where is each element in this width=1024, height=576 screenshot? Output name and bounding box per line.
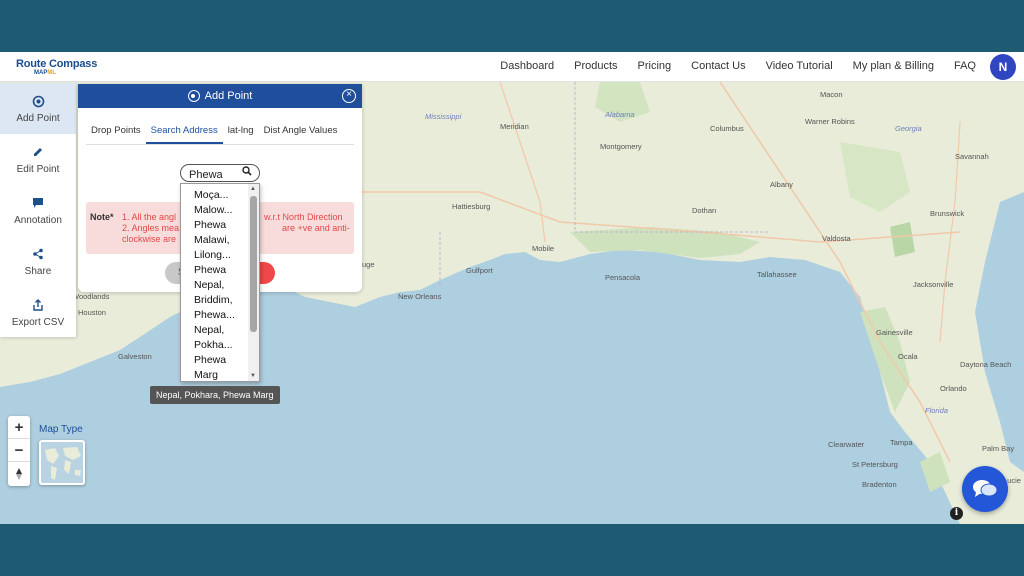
map-label: Brunswick xyxy=(930,209,965,218)
panel-tabs: Drop Points Search Address lat-lng Dist … xyxy=(86,118,354,145)
map-label: Macon xyxy=(820,90,843,99)
top-navigation-bar: Route Compass MAPML Dashboard Products P… xyxy=(0,52,1024,82)
sidebar-item-annotation[interactable]: Annotation xyxy=(0,185,76,236)
map-label: Woodlands xyxy=(72,292,110,301)
logo-title: Route Compass xyxy=(16,58,98,70)
note-line-2b: are +ve and anti- xyxy=(282,223,350,233)
map-label: Galveston xyxy=(118,352,152,361)
map-label: Clearwater xyxy=(828,440,865,449)
map-label: uge xyxy=(362,260,375,269)
map-label: Warner Robins xyxy=(805,117,855,126)
sidebar-item-label: Share xyxy=(24,266,52,277)
map-label: Pensacola xyxy=(605,273,641,282)
map-type-toggle[interactable] xyxy=(39,440,85,485)
scrollbar-thumb[interactable] xyxy=(250,196,257,332)
app-frame: Mississippi Alabama Georgia Macon Warner… xyxy=(0,52,1024,524)
map-label: Tallahassee xyxy=(757,270,797,279)
map-label: Orlando xyxy=(940,384,967,393)
map-label: Hattiesburg xyxy=(452,202,491,211)
map-label: Ocala xyxy=(898,352,918,361)
map-label: Meridian xyxy=(500,122,529,131)
map-label: St Petersburg xyxy=(852,460,898,469)
map-label: Jacksonville xyxy=(913,280,954,289)
chat-bubble-icon xyxy=(973,480,998,497)
note-label: Note* xyxy=(90,212,114,222)
pencil-icon xyxy=(32,144,44,160)
map-label: Valdosta xyxy=(822,234,851,243)
zoom-controls: + − xyxy=(8,416,30,486)
nav-products[interactable]: Products xyxy=(574,60,617,72)
address-search-input[interactable] xyxy=(189,169,245,181)
tool-sidebar: Add Point Edit Point Annotation Share Ex… xyxy=(0,83,76,337)
comment-icon xyxy=(32,195,44,211)
map-label: Tampa xyxy=(890,438,913,447)
sidebar-item-export-csv[interactable]: Export CSV xyxy=(0,287,76,338)
target-icon xyxy=(187,90,200,102)
scroll-up-arrow-icon[interactable]: ▲ xyxy=(250,186,256,192)
logo-subtitle: MAPML xyxy=(34,70,57,76)
nav-contact-us[interactable]: Contact Us xyxy=(691,60,745,72)
compass-icon xyxy=(16,467,22,480)
dropdown-scrollbar[interactable]: ▲ ▼ xyxy=(248,184,259,381)
address-search-box xyxy=(180,164,260,182)
sidebar-item-share[interactable]: Share xyxy=(0,236,76,287)
nav-dashboard[interactable]: Dashboard xyxy=(500,60,554,72)
main-nav: Dashboard Products Pricing Contact Us Vi… xyxy=(480,60,976,72)
zoom-out-button[interactable]: − xyxy=(8,439,30,462)
zoom-in-button[interactable]: + xyxy=(8,416,30,439)
map-label: Houston xyxy=(78,308,106,317)
sidebar-item-label: Annotation xyxy=(14,215,62,226)
tab-drop-points[interactable]: Drop Points xyxy=(86,118,146,144)
map-type-label: Map Type xyxy=(39,424,83,435)
panel-title: Add Point xyxy=(204,90,253,102)
note-line-1b: w.r.t North Direction xyxy=(264,212,343,222)
tab-search-address[interactable]: Search Address xyxy=(145,118,223,144)
tab-lat-lng[interactable]: lat-lng xyxy=(223,118,259,144)
map-label: Gulfport xyxy=(466,266,493,275)
nav-pricing[interactable]: Pricing xyxy=(638,60,672,72)
map-label: Mississippi xyxy=(425,112,462,121)
scroll-down-arrow-icon[interactable]: ▼ xyxy=(250,373,256,379)
close-panel-button[interactable]: × xyxy=(342,89,356,103)
sidebar-item-add-point[interactable]: Add Point xyxy=(0,83,76,134)
user-avatar[interactable]: N xyxy=(990,54,1016,80)
map-label: Bradenton xyxy=(862,480,897,489)
reset-north-button[interactable] xyxy=(8,462,30,485)
note-line-1a: 1. All the angl xyxy=(122,212,177,222)
chat-support-button[interactable] xyxy=(962,466,1008,512)
map-label: Georgia xyxy=(895,124,922,133)
sidebar-item-label: Export CSV xyxy=(11,317,65,328)
share-icon xyxy=(32,246,44,262)
tab-dist-angle-values[interactable]: Dist Angle Values xyxy=(259,118,343,144)
nav-plan-billing[interactable]: My plan & Billing xyxy=(853,60,934,72)
map-label: Florida xyxy=(925,406,948,415)
nav-faq[interactable]: FAQ xyxy=(954,60,976,72)
search-icon[interactable] xyxy=(242,166,252,179)
sidebar-item-label: Add Point xyxy=(16,113,60,124)
map-label: Gainesville xyxy=(876,328,913,337)
map-label: Palm Bay xyxy=(982,444,1015,453)
map-label: Montgomery xyxy=(600,142,642,151)
info-icon[interactable]: i xyxy=(950,507,963,520)
world-map-thumbnail-icon xyxy=(45,447,81,480)
map-label: New Orleans xyxy=(398,292,442,301)
map-label: Albany xyxy=(770,180,793,189)
map-label: Savannah xyxy=(955,152,989,161)
sidebar-item-edit-point[interactable]: Edit Point xyxy=(0,134,76,185)
map-label: Daytona Beach xyxy=(960,360,1012,369)
map-label: Dothan xyxy=(692,206,717,215)
map-label: Alabama xyxy=(605,110,635,119)
map-label: Columbus xyxy=(710,124,744,133)
route-compass-logo[interactable]: Route Compass MAPML xyxy=(16,58,98,76)
sidebar-item-label: Edit Point xyxy=(16,164,60,175)
target-icon xyxy=(32,93,45,109)
address-suggestions-dropdown: Moça... Malow... Phewa Malawi, Lilong...… xyxy=(180,183,260,382)
map-label: Mobile xyxy=(532,244,555,253)
suggestion-tooltip: Nepal, Pokhara, Phewa Marg xyxy=(150,386,280,404)
panel-header: Add Point × xyxy=(78,84,362,108)
note-line-2a: 2. Angles mea xyxy=(122,223,180,233)
nav-video-tutorial[interactable]: Video Tutorial xyxy=(766,60,833,72)
export-icon xyxy=(32,297,44,313)
note-line-3: clockwise are xyxy=(122,234,177,244)
